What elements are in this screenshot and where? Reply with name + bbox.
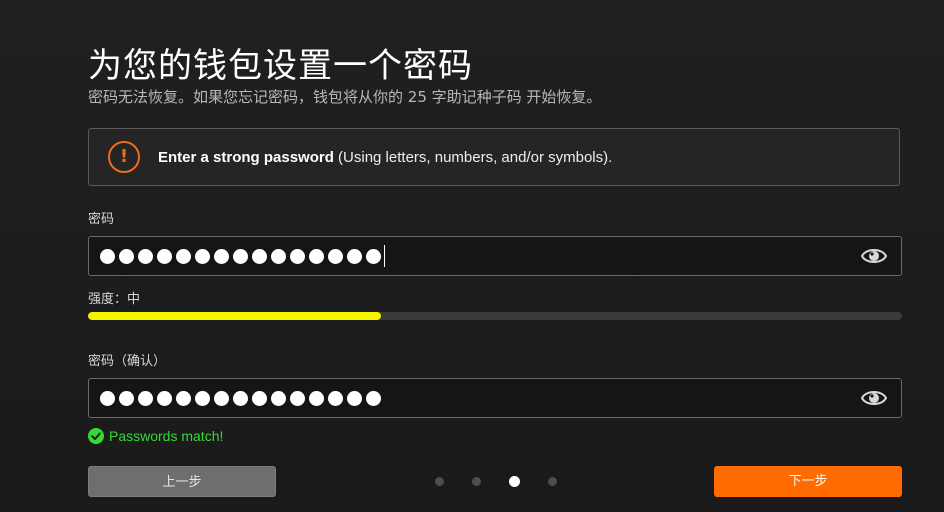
password-mask-dot: [157, 248, 172, 264]
password-label: 密码: [88, 212, 115, 227]
password-mask-dot: [347, 248, 362, 264]
step-dot: [435, 477, 444, 486]
password-hint-alert: ! Enter a strong password (Using letters…: [88, 128, 900, 186]
step-dot: [472, 477, 481, 486]
password-mask-dot: [214, 248, 229, 264]
password-mask-dot: [366, 248, 381, 264]
password-masked-value: [100, 245, 385, 267]
password-mask-dot: [252, 390, 267, 406]
password-mask-dot: [176, 390, 191, 406]
confirm-masked-value: [100, 389, 385, 407]
password-mask-dot: [271, 248, 286, 264]
password-mask-dot: [100, 248, 115, 264]
password-mask-dot: [119, 248, 134, 264]
back-button[interactable]: 上一步: [88, 466, 276, 497]
strength-label: 强度：中: [88, 292, 141, 307]
password-mask-dot: [309, 390, 324, 406]
wallet-password-setup-page: 为您的钱包设置一个密码 密码无法恢复。如果您忘记密码，钱包将从你的 25 字助记…: [0, 0, 944, 512]
password-input[interactable]: [88, 236, 902, 276]
password-mask-dot: [252, 248, 267, 264]
match-text: Passwords match!: [109, 428, 224, 444]
password-mask-dot: [347, 390, 362, 406]
password-mask-dot: [328, 390, 343, 406]
password-strength-fill: [88, 312, 382, 320]
passwords-match-status: Passwords match!: [88, 427, 223, 445]
page-title: 为您的钱包设置一个密码: [88, 46, 473, 86]
password-mask-dot: [366, 390, 381, 406]
password-mask-dot: [100, 390, 115, 406]
password-mask-dot: [195, 390, 210, 406]
step-indicator: [435, 476, 585, 487]
text-cursor: [384, 245, 385, 267]
step-dot-active: [509, 476, 520, 487]
alert-text: Enter a strong password (Using letters, …: [158, 149, 612, 166]
confirm-password-input[interactable]: [88, 378, 902, 418]
password-mask-dot: [309, 248, 324, 264]
password-mask-dot: [214, 390, 229, 406]
password-mask-dot: [138, 390, 153, 406]
password-strength-bar: [88, 312, 902, 320]
password-mask-dot: [233, 248, 248, 264]
eye-icon[interactable]: [861, 246, 887, 266]
password-mask-dot: [271, 390, 286, 406]
alert-detail-text: (Using letters, numbers, and/or symbols)…: [333, 149, 613, 166]
confirm-password-label: 密码（确认）: [88, 354, 167, 369]
alert-bold-text: Enter a strong password: [158, 149, 334, 166]
password-mask-dot: [176, 248, 191, 264]
password-mask-dot: [290, 248, 305, 264]
exclamation-circle-icon: !: [108, 141, 140, 173]
page-subtitle: 密码无法恢复。如果您忘记密码，钱包将从你的 25 字助记种子码 开始恢复。: [88, 88, 602, 106]
password-mask-dot: [328, 248, 343, 264]
eye-icon[interactable]: [861, 388, 887, 408]
step-dot: [548, 477, 557, 486]
next-button[interactable]: 下一步: [714, 466, 902, 497]
check-circle-icon: [88, 428, 104, 444]
password-mask-dot: [233, 390, 248, 406]
password-mask-dot: [138, 248, 153, 264]
password-mask-dot: [195, 248, 210, 264]
password-mask-dot: [157, 390, 172, 406]
password-mask-dot: [290, 390, 305, 406]
password-mask-dot: [119, 390, 134, 406]
